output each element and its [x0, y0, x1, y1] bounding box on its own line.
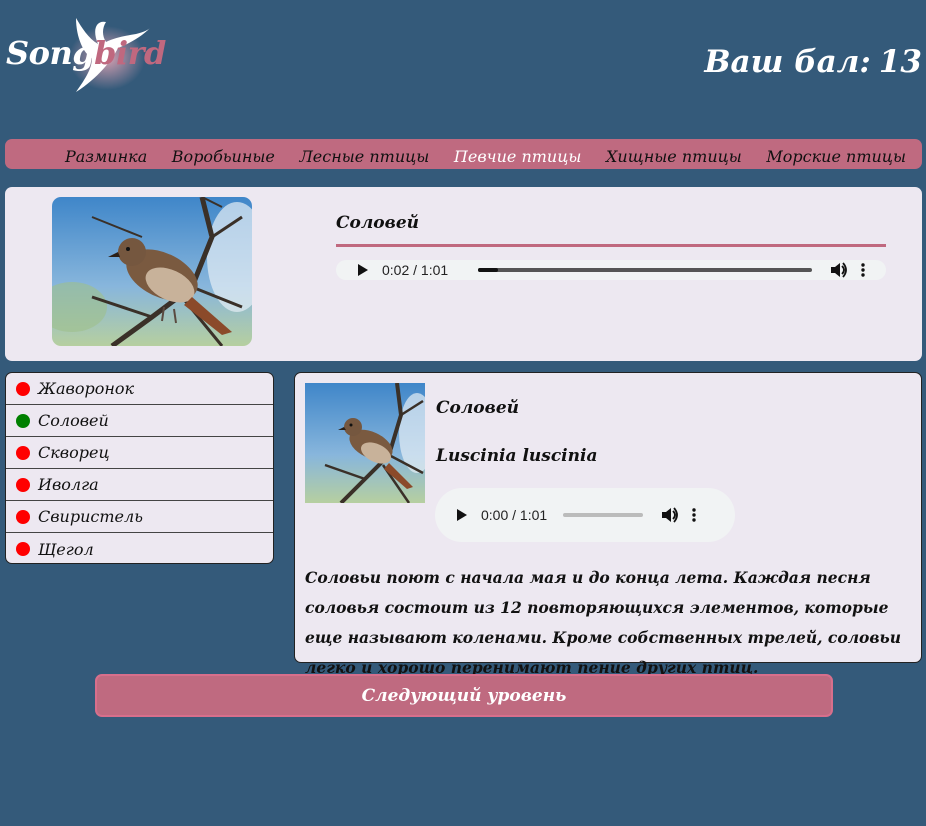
score-label: Ваш бал: — [704, 44, 871, 80]
answer-item-3[interactable]: Иволга — [6, 469, 273, 501]
divider — [336, 244, 886, 247]
header: Songbird Ваш бал: 13 — [0, 0, 926, 120]
logo[interactable]: Songbird — [6, 8, 166, 98]
status-dot — [16, 413, 30, 428]
answer-label: Соловей — [38, 411, 109, 430]
volume-icon[interactable] — [661, 507, 679, 523]
level-nav: Разминка Воробьиные Лесные птицы Певчие … — [5, 139, 922, 169]
audio-time: 0:02 / 1:01 — [382, 262, 449, 278]
answer-label: Иволга — [38, 475, 99, 494]
score-display: Ваш бал: 13 — [704, 44, 922, 80]
answer-item-5[interactable]: Щегол — [6, 533, 273, 563]
status-dot — [16, 381, 30, 396]
bird-description: Соловьи поют с начала мая и до конца лет… — [305, 568, 902, 677]
nav-item-passerines[interactable]: Воробьиные — [172, 143, 275, 166]
play-icon[interactable] — [457, 509, 467, 521]
bird-info-panel: Соловей Luscinia luscinia 0:00 / 1:01 Со… — [294, 372, 922, 677]
status-dot — [16, 509, 30, 524]
logo-main: Song — [6, 34, 95, 72]
answer-item-0[interactable]: Жаворонок — [6, 373, 273, 405]
answer-item-1[interactable]: Соловей — [6, 405, 273, 437]
status-dot — [16, 445, 30, 460]
nav-item-birds-of-prey[interactable]: Хищные птицы — [606, 143, 742, 166]
logo-accent: bird — [94, 34, 166, 72]
question-bird-name: Соловей — [336, 213, 419, 233]
nav-item-songbirds[interactable]: Певчие птицы — [454, 143, 582, 166]
more-options-icon[interactable] — [860, 262, 866, 278]
answers-list: Жаворонок Соловей Скворец Иволга Свирист… — [5, 372, 274, 564]
answer-label: Жаворонок — [38, 379, 135, 398]
answer-label: Скворец — [38, 443, 110, 462]
volume-icon[interactable] — [830, 262, 848, 278]
audio-progress-bar[interactable] — [563, 513, 644, 517]
answer-item-2[interactable]: Скворец — [6, 437, 273, 469]
next-level-button[interactable]: Следующий уровень — [95, 674, 833, 717]
status-dot — [16, 477, 30, 492]
status-dot — [16, 542, 30, 556]
info-bird-name: Соловей — [436, 398, 519, 418]
more-options-icon[interactable] — [691, 507, 697, 523]
audio-time: 0:00 / 1:01 — [481, 507, 548, 523]
info-audio-player[interactable]: 0:00 / 1:01 — [435, 488, 735, 542]
answer-label: Свиристель — [38, 507, 143, 526]
logo-text: Songbird — [6, 34, 166, 72]
nav-item-sea-birds[interactable]: Морские птицы — [766, 143, 906, 166]
score-value: 13 — [878, 44, 922, 80]
play-icon[interactable] — [358, 264, 368, 276]
question-audio-player[interactable]: 0:02 / 1:01 — [336, 260, 886, 280]
audio-progress-fill — [478, 268, 499, 272]
answer-item-4[interactable]: Свиристель — [6, 501, 273, 533]
info-bird-image — [305, 383, 425, 503]
info-latin-name: Luscinia luscinia — [436, 446, 598, 466]
nav-item-warmup[interactable]: Разминка — [65, 143, 147, 166]
question-panel: Соловей 0:02 / 1:01 — [5, 187, 922, 361]
nav-item-forest-birds[interactable]: Лесные птицы — [299, 143, 429, 166]
question-bird-image — [52, 197, 252, 346]
audio-progress-bar[interactable] — [478, 268, 812, 272]
answer-label: Щегол — [38, 539, 94, 559]
